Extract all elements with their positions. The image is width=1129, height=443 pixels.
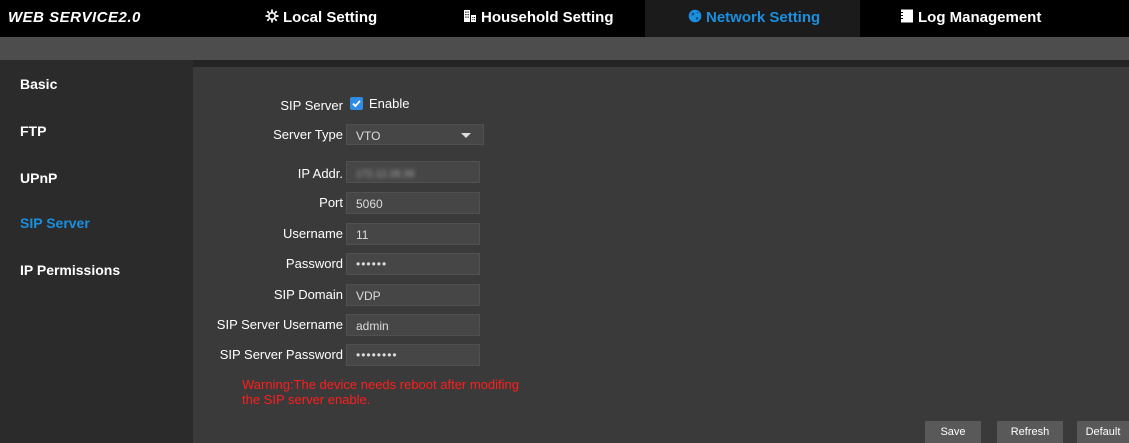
chevron-down-icon <box>461 133 471 138</box>
server-type-select[interactable]: VTO <box>346 124 484 145</box>
server-type-label: Server Type <box>273 127 343 142</box>
enable-label: Enable <box>369 96 410 111</box>
sip-server-password-field[interactable]: •••••••• <box>346 344 480 366</box>
sip-server-label: SIP Server <box>280 98 343 113</box>
password-field[interactable]: •••••• <box>346 253 480 275</box>
checkmark-icon <box>352 100 361 108</box>
ip-addr-field[interactable]: 172.12.28.39 <box>346 161 480 183</box>
username-label: Username <box>283 226 343 241</box>
password-label: Password <box>285 256 343 271</box>
building-icon <box>463 9 477 23</box>
ip-addr-value: 172.12.28.39 <box>356 169 415 180</box>
sidebar-item-ip-permissions[interactable]: IP Permissions <box>20 262 120 278</box>
sidebar: Basic FTP UPnP SIP Server IP Permissions <box>0 60 193 443</box>
sip-domain-label: SIP Domain <box>273 287 343 302</box>
tab-log-management-label: Log Management <box>918 9 1042 26</box>
sidebar-item-ftp[interactable]: FTP <box>20 123 46 139</box>
port-field[interactable]: 5060 <box>346 192 480 214</box>
reboot-warning-line1: Warning:The device needs reboot after mo… <box>242 377 520 392</box>
sidebar-item-sip-server[interactable]: SIP Server <box>20 215 90 231</box>
port-label: Port <box>319 195 343 210</box>
globe-icon <box>688 9 702 23</box>
tab-local-setting-label: Local Setting <box>283 9 378 26</box>
sip-server-password-label: SIP Server Password <box>219 347 343 362</box>
refresh-button[interactable]: Refresh <box>997 421 1063 443</box>
ip-addr-label: IP Addr. <box>297 166 343 181</box>
log-icon <box>900 9 914 23</box>
tab-network-setting[interactable]: Network Setting <box>645 0 860 37</box>
brand-logo: WEB SERVICE2.0 <box>8 9 141 26</box>
top-nav-bar: WEB SERVICE2.0 Local Setting Household S… <box>0 0 1129 37</box>
sip-server-enable-checkbox[interactable] <box>350 97 363 110</box>
tab-household-setting[interactable]: Household Setting <box>463 0 623 37</box>
server-type-value: VTO <box>356 129 381 143</box>
sip-server-username-label: SIP Server Username <box>216 317 343 332</box>
reboot-warning: Warning:The device needs reboot after mo… <box>242 377 542 407</box>
tab-log-management[interactable]: Log Management <box>900 0 1060 37</box>
reboot-warning-line2: the SIP server enable. <box>242 392 371 407</box>
sidebar-item-upnp[interactable]: UPnP <box>20 170 57 186</box>
tab-network-setting-label: Network Setting <box>706 9 821 26</box>
sidebar-item-basic[interactable]: Basic <box>20 76 57 92</box>
username-field[interactable]: 11 <box>346 223 480 245</box>
tab-local-setting[interactable]: Local Setting <box>265 0 405 37</box>
nav-strip <box>0 37 1129 60</box>
gear-icon <box>265 9 279 23</box>
sip-server-username-field[interactable]: admin <box>346 314 480 336</box>
tab-household-setting-label: Household Setting <box>481 9 614 26</box>
sip-domain-field[interactable]: VDP <box>346 284 480 306</box>
default-button[interactable]: Default <box>1077 421 1129 443</box>
save-button[interactable]: Save <box>925 421 981 443</box>
